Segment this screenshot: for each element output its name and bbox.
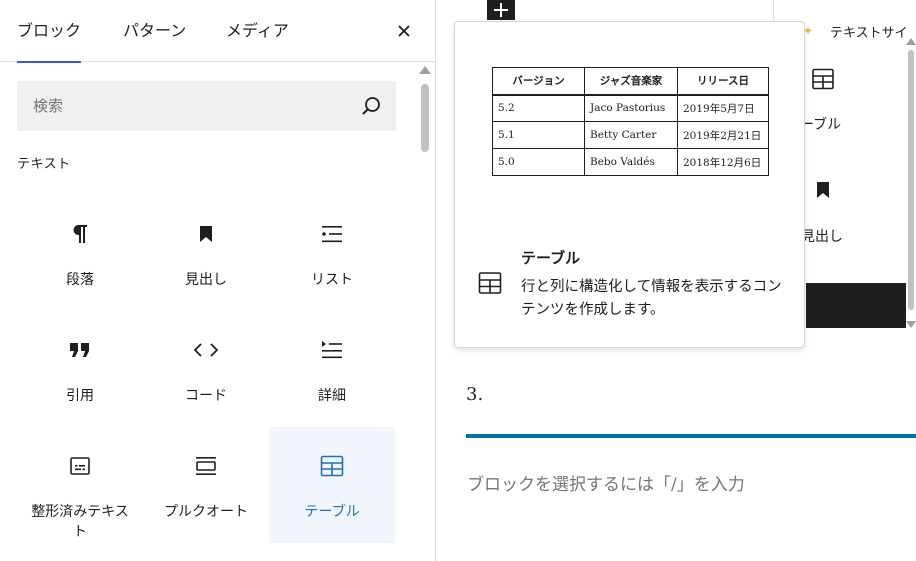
pullquote-icon [194, 454, 218, 478]
category-heading-text: テキスト [17, 157, 71, 172]
list-number: 3. [466, 384, 484, 405]
quick-inserter-scrollbar[interactable] [906, 38, 916, 328]
block-item-heading[interactable]: 見出し [143, 195, 269, 311]
table-cell: Jaco Pastorius [584, 94, 678, 122]
scroll-down-arrow-icon[interactable] [906, 321, 916, 328]
add-block-button[interactable] [487, 0, 515, 20]
quick-item-table-label[interactable]: ーブル [800, 114, 841, 134]
table-icon [320, 454, 344, 478]
block-item-label: 整形済みテキスト [31, 504, 129, 540]
table-icon [478, 272, 502, 294]
table-header-row: バージョン ジャズ音楽家 リリース日 [492, 67, 769, 96]
block-item-paragraph[interactable]: 段落 [17, 195, 143, 311]
close-icon [398, 25, 410, 37]
search-box [17, 81, 396, 131]
code-icon [194, 338, 218, 362]
block-item-code[interactable]: コード [143, 311, 269, 427]
table-cell: Bebo Valdés [584, 148, 678, 176]
block-item-quote[interactable]: 引用 [17, 311, 143, 427]
block-item-preformatted[interactable]: 整形済みテキスト [17, 427, 143, 543]
table-cell: 5.0 [492, 148, 585, 176]
scroll-up-arrow-icon[interactable] [419, 66, 431, 74]
table-row: 5.0 Bebo Valdés 2018年12月6日 [492, 148, 769, 176]
paragraph-icon [68, 222, 92, 246]
block-item-details[interactable]: 詳細 [269, 311, 395, 427]
details-icon [320, 338, 344, 362]
block-item-pullquote[interactable]: プルクオート [143, 427, 269, 543]
block-item-label: コード [185, 388, 227, 404]
scroll-thumb[interactable] [908, 50, 914, 310]
table-cell: Betty Carter [584, 121, 678, 149]
block-item-label: 引用 [66, 388, 94, 404]
preview-block-description: 行と列に構造化して情報を表示するコンテンツを作成します。 [521, 279, 782, 318]
heading-icon [194, 222, 218, 246]
block-item-list[interactable]: リスト [269, 195, 395, 311]
block-inserter-panel: ブロック パターン メディア テキスト 段落 見出し [0, 0, 436, 561]
search-icon[interactable] [360, 95, 382, 117]
preview-block-title: テーブル [521, 249, 581, 267]
tab-media[interactable]: メディア [226, 0, 289, 62]
block-item-label: 見出し [185, 272, 227, 288]
close-button[interactable] [391, 18, 417, 44]
quote-icon [68, 338, 92, 362]
table-cell: 2019年2月21日 [677, 121, 769, 149]
block-item-label: テーブル [304, 504, 360, 520]
inserter-tabs: ブロック パターン メディア [0, 0, 435, 63]
browse-all-button[interactable] [806, 283, 906, 328]
block-placeholder[interactable]: ブロックを選択するには「/」を入力 [467, 470, 745, 495]
list-icon [320, 222, 344, 246]
search-input[interactable] [17, 81, 347, 131]
block-item-label: リスト [311, 272, 353, 288]
plus-icon [494, 3, 508, 17]
table-row: 5.2 Jaco Pastorius 2019年5月7日 [492, 94, 769, 122]
block-item-table[interactable]: テーブル [269, 427, 395, 543]
block-item-label: 段落 [66, 272, 94, 288]
table-header-cell: バージョン [492, 67, 585, 96]
quick-inserter-header: テキストサイ [830, 26, 908, 41]
scroll-up-arrow-icon[interactable] [906, 38, 916, 45]
block-item-label: プルクオート [164, 504, 248, 520]
heading-icon [817, 182, 829, 198]
block-item-label: 詳細 [318, 388, 346, 404]
table-header-cell: リリース日 [677, 67, 769, 96]
table-icon [812, 68, 834, 90]
tab-blocks[interactable]: ブロック [17, 0, 82, 63]
separator-block[interactable] [466, 434, 916, 438]
table-cell: 5.1 [492, 121, 585, 149]
table-row: 5.1 Betty Carter 2019年2月21日 [492, 121, 769, 149]
table-cell: 5.2 [492, 94, 585, 122]
table-header-cell: ジャズ音楽家 [584, 67, 678, 96]
scroll-thumb[interactable] [421, 84, 429, 152]
block-preview-popover: バージョン ジャズ音楽家 リリース日 5.2 Jaco Pastorius 20… [454, 21, 805, 348]
inserter-scrollbar[interactable] [418, 64, 432, 561]
quick-item-heading-label[interactable]: 見出し [801, 226, 843, 246]
preview-table: バージョン ジャズ音楽家 リリース日 5.2 Jaco Pastorius 20… [492, 67, 769, 176]
table-cell: 2018年12月6日 [677, 148, 769, 176]
table-cell: 2019年5月7日 [677, 94, 769, 122]
preformatted-icon [68, 454, 92, 478]
tab-patterns[interactable]: パターン [123, 0, 186, 62]
